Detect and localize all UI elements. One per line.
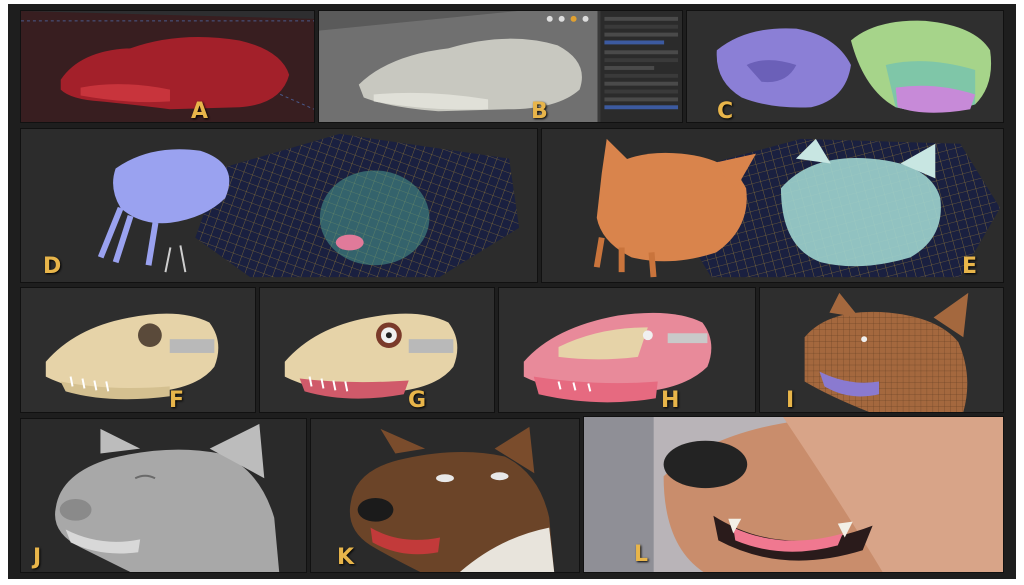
panel-d: D <box>20 128 538 283</box>
panel-label-k: K <box>337 545 355 570</box>
panel-a: A <box>20 10 315 123</box>
panel-g: G <box>259 287 495 413</box>
panel-f: F <box>20 287 256 413</box>
figure-frame: A B C D E F G H I J K L <box>8 4 1016 579</box>
panel-j: J <box>20 418 307 573</box>
panel-label-l: L <box>634 542 649 567</box>
panel-label-j: J <box>33 545 42 570</box>
panel-label-g: G <box>408 388 427 413</box>
panel-c-image <box>716 20 992 113</box>
panel-a-image <box>21 11 314 122</box>
panel-d-image <box>97 133 520 278</box>
panel-i-image <box>804 292 969 412</box>
panel-label-b: B <box>531 99 548 123</box>
panel-i: I <box>759 287 1004 413</box>
panel-label-f: F <box>169 388 185 413</box>
panel-j-image <box>55 423 280 572</box>
panel-label-d: D <box>43 254 62 279</box>
panel-h-image <box>523 312 712 403</box>
panel-b: B <box>318 10 683 123</box>
panel-e-image <box>593 138 1001 278</box>
panel-l: L <box>583 416 1004 573</box>
panel-b-image <box>319 11 682 122</box>
panel-label-h: H <box>661 388 680 413</box>
panel-label-i: I <box>786 388 795 413</box>
panel-label-e: E <box>962 254 978 279</box>
panel-e: E <box>541 128 1004 283</box>
panel-c: C <box>686 10 1004 123</box>
panel-label-a: A <box>191 99 209 123</box>
panel-k: K <box>310 418 580 573</box>
panel-label-c: C <box>717 99 734 123</box>
panel-f-image <box>45 313 219 400</box>
panel-g-image <box>284 313 458 399</box>
panel-h: H <box>498 287 756 413</box>
